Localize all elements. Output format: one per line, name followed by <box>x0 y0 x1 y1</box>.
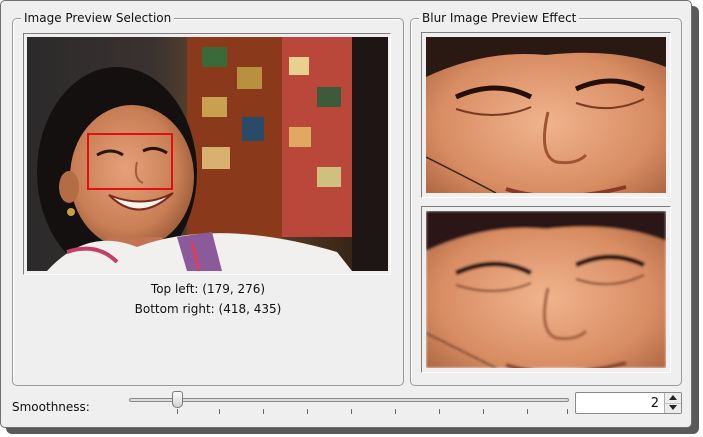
source-image[interactable] <box>27 37 388 271</box>
smoothness-slider-track[interactable] <box>129 398 569 402</box>
spin-down-icon[interactable] <box>665 403 681 413</box>
blurred-preview-image <box>426 211 666 368</box>
selection-groupbox: Image Preview Selection Top left: (179, … <box>12 11 404 386</box>
top-left-coordinates: Top left: (179, 276) <box>150 282 266 296</box>
original-preview-image <box>426 37 666 193</box>
slider-tick <box>527 409 528 414</box>
dialog-window: Image Preview Selection Top left: (179, … <box>0 0 692 428</box>
blurred-preview-svg <box>426 211 666 368</box>
smoothness-spinbox[interactable]: 2 <box>575 392 682 414</box>
smoothness-label: Smoothness: <box>12 400 90 414</box>
slider-tick <box>567 409 568 414</box>
original-preview-frame <box>421 32 671 198</box>
effect-groupbox-title: Blur Image Preview Effect <box>419 11 580 25</box>
smoothness-slider-handle[interactable] <box>172 391 183 408</box>
slider-tick <box>351 409 352 414</box>
slider-tick <box>395 409 396 414</box>
spin-buttons <box>664 393 681 413</box>
source-image-frame <box>23 33 391 275</box>
slider-tick <box>263 409 264 414</box>
slider-tick <box>483 409 484 414</box>
slider-tick <box>177 409 178 414</box>
effect-groupbox: Blur Image Preview Effect <box>410 11 682 386</box>
source-photo-svg <box>27 37 388 271</box>
original-preview-svg <box>426 37 666 193</box>
bottom-right-coordinates: Bottom right: (418, 435) <box>134 302 282 316</box>
smoothness-value[interactable]: 2 <box>651 396 659 411</box>
slider-tick <box>307 409 308 414</box>
selection-groupbox-title: Image Preview Selection <box>21 11 175 25</box>
blurred-preview-frame <box>421 206 671 373</box>
slider-tick <box>219 409 220 414</box>
slider-tick <box>439 409 440 414</box>
